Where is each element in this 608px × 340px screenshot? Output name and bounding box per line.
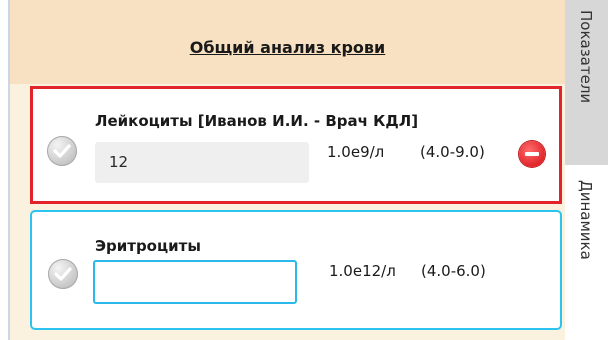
test-unit: 1.0e9/л (327, 143, 385, 161)
test-reference-range: (4.0-6.0) (421, 262, 486, 280)
test-value-input[interactable] (93, 260, 297, 304)
tab-label: Показатели (577, 10, 595, 104)
delete-icon[interactable] (519, 141, 545, 167)
check-icon[interactable] (48, 259, 78, 289)
test-label: Лейкоциты [Иванов И.И. - Врач КДЛ] (95, 112, 419, 130)
test-card-erythrocytes[interactable]: Эритроциты 1.0e12/л (4.0-6.0) (30, 210, 562, 330)
test-unit: 1.0e12/л (329, 262, 396, 280)
analysis-title: Общий анализ крови (189, 38, 386, 57)
check-icon[interactable] (47, 136, 77, 166)
test-card-leukocytes[interactable]: Лейкоциты [Иванов И.И. - Врач КДЛ] 12 1.… (30, 86, 562, 204)
test-label: Эритроциты (95, 237, 201, 255)
tab-indicators[interactable]: Показатели (565, 0, 608, 165)
test-value-field[interactable]: 12 (95, 142, 309, 183)
tab-dynamics[interactable]: Динамика (565, 170, 608, 320)
test-reference-range: (4.0-9.0) (420, 143, 485, 161)
tab-label: Динамика (577, 180, 595, 260)
analysis-header: Общий анализ крови (10, 0, 565, 84)
